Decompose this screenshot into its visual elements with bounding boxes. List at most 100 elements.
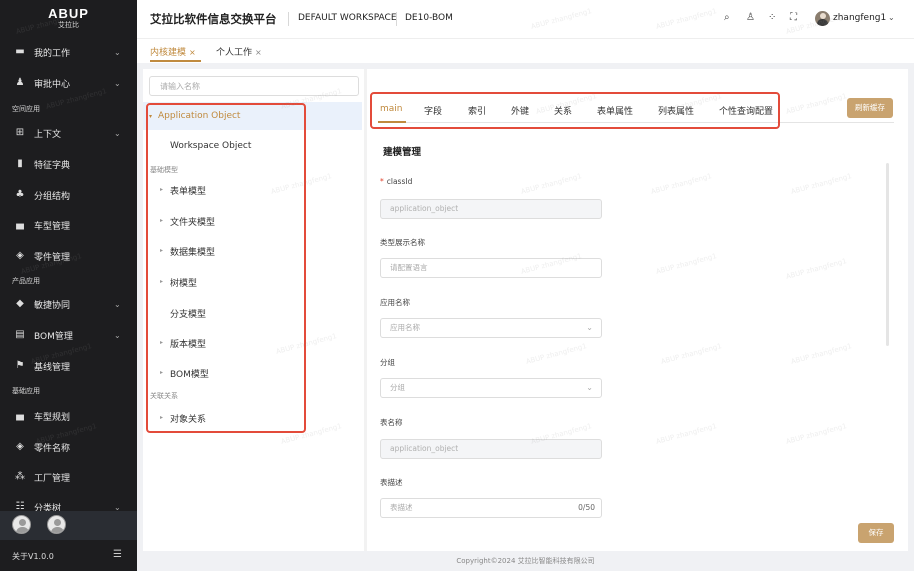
context-selector[interactable]: DE10-BOM (405, 13, 453, 23)
tab-label: 个人工作 (216, 48, 253, 58)
tree-node-folder-model[interactable]: 文件夹模型 (170, 215, 215, 228)
cube-icon: ◈ (16, 441, 24, 452)
tree-section-relations: 关联关系 (150, 392, 178, 400)
tab-relations[interactable]: 关系 (554, 104, 572, 117)
section-title: 建模管理 (383, 147, 422, 158)
tree-node-branch-model[interactable]: 分支模型 (170, 307, 206, 320)
close-icon[interactable]: × (255, 48, 262, 57)
tab-indexes[interactable]: 索引 (468, 104, 486, 117)
search-icon[interactable]: ⌕ (724, 12, 730, 23)
user-avatar[interactable] (815, 11, 830, 26)
search-input[interactable] (150, 77, 358, 95)
app-name-select[interactable]: 应用名称 ⌄ (380, 318, 602, 338)
username[interactable]: zhangfeng1 (833, 13, 886, 23)
caret-right-icon[interactable]: ▸ (160, 247, 163, 254)
sidebar-item-context[interactable]: ⊞ 上下文 ⌄ (0, 122, 137, 144)
sidebar-item-group-structure[interactable]: ♣ 分组结构 (0, 184, 137, 206)
apps-icon[interactable]: ⁘ (768, 12, 776, 23)
field-label-app-name: 应用名称 (380, 298, 410, 307)
tab-fields[interactable]: 字段 (424, 104, 442, 117)
search-box[interactable] (149, 76, 359, 96)
chevron-down-icon: ⌄ (114, 330, 121, 340)
select-placeholder: 分组 (390, 383, 405, 392)
sidebar-item-label: 特征字典 (34, 160, 71, 171)
sidebar-item-label: 零件名称 (34, 443, 71, 454)
table-desc-field[interactable]: 表描述 0/50 (380, 498, 602, 518)
tab-label: 内核建模 (150, 48, 187, 58)
avatar[interactable] (47, 515, 66, 534)
tree-section-basic-models: 基础模型 (150, 166, 178, 174)
field-label-display-name: 类型展示名称 (380, 238, 425, 247)
tab-foreign-keys[interactable]: 外键 (511, 104, 529, 117)
hierarchy-icon: ♣ (15, 189, 25, 200)
caret-right-icon[interactable]: ▸ (160, 414, 163, 421)
car-icon: ▄ (16, 219, 24, 230)
sidebar-item-label: 上下文 (34, 129, 62, 140)
save-button[interactable]: 保存 (858, 523, 894, 543)
sidebar-item-vehicle-mgmt[interactable]: ▄ 车型管理 (0, 214, 137, 236)
sidebar-item-approval[interactable]: ♟ 审批中心 ⌄ (0, 72, 137, 94)
refresh-cache-button[interactable]: 刷新缓存 (847, 98, 893, 118)
tree-node-dataset-model[interactable]: 数据集模型 (170, 245, 215, 258)
field-label-table-desc: 表描述 (380, 478, 403, 487)
tab-list-properties[interactable]: 列表属性 (658, 104, 694, 117)
caret-down-icon[interactable]: ▾ (149, 113, 152, 120)
sidebar-item-feature-dict[interactable]: ▮ 特征字典 (0, 153, 137, 175)
version-label[interactable]: 关于V1.0.0 (12, 551, 54, 562)
field-label-text: classId (386, 177, 413, 186)
caret-right-icon[interactable]: ▸ (160, 217, 163, 224)
plus-square-icon: ⊞ (15, 127, 25, 138)
close-icon[interactable]: × (189, 48, 196, 57)
tree-node-form-model[interactable]: 表单模型 (170, 184, 206, 197)
workspace-selector[interactable]: DEFAULT WORKSPACE (298, 13, 397, 23)
caret-right-icon[interactable]: ▸ (160, 186, 163, 193)
sidebar-item-my-work[interactable]: ▬ 我的工作 ⌄ (0, 41, 137, 63)
tree-node-tree-model[interactable]: 树模型 (170, 276, 197, 289)
avatar[interactable] (12, 515, 31, 534)
sidebar-item-vehicle-planning[interactable]: ▄ 车型规划 (0, 405, 137, 427)
sidebar-item-label: 分组结构 (34, 191, 71, 202)
section-label-base-apps: 基础应用 (12, 387, 40, 395)
divider (396, 12, 397, 26)
sidebar-item-label: 车型管理 (34, 221, 71, 232)
scrollbar[interactable] (886, 163, 889, 346)
caret-right-icon[interactable]: ▸ (160, 369, 163, 376)
select-placeholder: 应用名称 (390, 323, 420, 332)
classid-field: application_object (380, 199, 602, 219)
tree-node-bom-model[interactable]: BOM模型 (170, 367, 209, 380)
fullscreen-icon[interactable]: ⛶ (790, 12, 797, 23)
app-title: 艾拉比软件信息交换平台 (150, 12, 277, 26)
tree-node-application-object[interactable]: Application Object (158, 111, 240, 121)
book-icon: ▮ (17, 158, 23, 169)
tree-node-workspace-object[interactable]: Workspace Object (170, 141, 251, 151)
tab-kernel-modeling[interactable]: 内核建模 × (150, 45, 196, 58)
sidebar-item-label: 车型规划 (34, 412, 71, 423)
display-name-field[interactable]: 请配置语言 (380, 258, 602, 278)
shirt-icon[interactable]: ♙ (746, 12, 755, 23)
sidebar-item-label: 审批中心 (34, 79, 71, 90)
sidebar-item-parts-mgmt[interactable]: ◈ 零件管理 (0, 245, 137, 267)
sidebar-item-agile-collab[interactable]: ◆ 敏捷协同 ⌄ (0, 293, 137, 315)
sidebar-item-bom-mgmt[interactable]: ▤ BOM管理 ⌄ (0, 324, 137, 346)
collapse-menu-icon[interactable]: ☰ (113, 549, 122, 560)
sidebar-item-factory-mgmt[interactable]: ⁂ 工厂管理 (0, 466, 137, 488)
tab-main[interactable]: main (380, 104, 403, 114)
tree-node-object-relation[interactable]: 对象关系 (170, 412, 206, 425)
sidebar-item-label: 零件管理 (34, 252, 71, 263)
chevron-down-icon[interactable]: ⌄ (888, 13, 895, 22)
caret-right-icon[interactable]: ▸ (160, 278, 163, 285)
sidebar-item-part-names[interactable]: ◈ 零件名称 (0, 436, 137, 458)
tree-node-version-model[interactable]: 版本模型 (170, 337, 206, 350)
cube-icon: ◈ (16, 250, 24, 261)
group-select[interactable]: 分组 ⌄ (380, 378, 602, 398)
logo[interactable]: ABUP 艾拉比 (0, 0, 137, 34)
sidebar-item-baseline-mgmt[interactable]: ⚑ 基线管理 (0, 355, 137, 377)
tab-personal-work[interactable]: 个人工作 × (216, 45, 262, 58)
tab-custom-query[interactable]: 个性查询配置 (719, 104, 773, 117)
caret-right-icon[interactable]: ▸ (160, 339, 163, 346)
sidebar-item-label: 敏捷协同 (34, 300, 71, 311)
briefcase-icon: ▬ (15, 46, 25, 57)
tab-form-properties[interactable]: 表单属性 (597, 104, 633, 117)
field-label-group: 分组 (380, 358, 395, 367)
modeling-detail-panel: main 字段 索引 外键 关系 表单属性 列表属性 个性查询配置 刷新缓存 建… (367, 69, 908, 551)
